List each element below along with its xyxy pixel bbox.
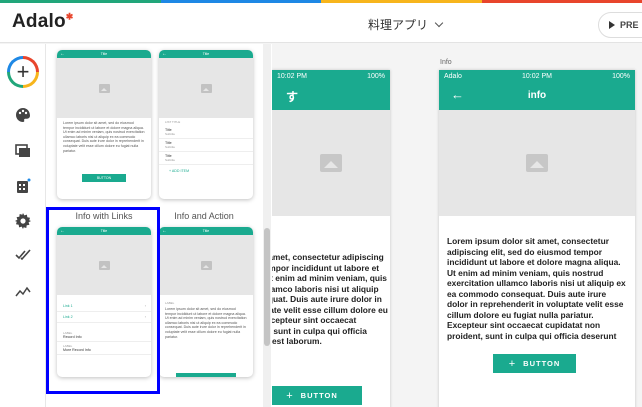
template-button: BUTTON: [82, 174, 126, 182]
top-bar: Adalo✱ 料理アプリ PRE: [0, 3, 642, 43]
selection-highlight: [46, 207, 160, 394]
screen-1-body: Lorem ipsum dolor sit amet, consectetur …: [272, 252, 388, 346]
analytics-icon[interactable]: [14, 282, 32, 300]
status-bar: 10:02 PM 100%: [272, 70, 390, 82]
screen-2-button[interactable]: + BUTTON: [493, 354, 576, 373]
image-placeholder-icon: [526, 154, 548, 172]
add-icon: +: [10, 59, 36, 85]
panel-scrollbar-track[interactable]: [263, 44, 271, 407]
screen-2-header: ← info: [439, 82, 635, 110]
image-placeholder-icon: [320, 154, 342, 172]
template-card-info-and-action[interactable]: ← Title LABEL Lorem ipsum dolor sit amet,…: [159, 227, 253, 377]
database-icon[interactable]: [14, 177, 32, 195]
image-placeholder-icon: [201, 261, 212, 270]
left-toolbar: +: [0, 44, 46, 407]
screens-icon[interactable]: [14, 142, 32, 160]
image-placeholder-icon: [99, 84, 110, 93]
template-card-list[interactable]: ← Title LIST TITLE Title Subtitle Title Sub…: [159, 50, 253, 199]
template-card-info[interactable]: ← Title Lorem ipsum dolor sit amet, sed d…: [57, 50, 151, 199]
plus-icon: +: [508, 357, 517, 370]
screen-2-label: Info: [440, 59, 452, 66]
image-placeholder-icon: [201, 84, 212, 93]
canvas: 10:02 PM100% す Lorem ipsum dolor sit ame…: [272, 44, 642, 407]
screen-2-title: info: [527, 90, 547, 101]
template-label-info-and-action: Info and Action: [174, 211, 234, 221]
screen-1-button[interactable]: + BUTTON: [272, 386, 362, 405]
screen-2[interactable]: Adalo 10:02 PM 100% ← info Lorem ipsum dol…: [439, 70, 635, 407]
screen-1-title: す: [286, 90, 299, 104]
screen-2-body: Lorem ipsum dolor sit amet, consectetur …: [447, 236, 626, 343]
palette-icon[interactable]: [14, 106, 32, 124]
preview-button[interactable]: PRE: [598, 12, 642, 38]
chevron-down-icon: [434, 18, 444, 27]
publish-check-icon[interactable]: [14, 246, 32, 264]
app-selector[interactable]: 料理アプリ: [368, 16, 444, 33]
status-bar: Adalo 10:02 PM 100%: [439, 70, 635, 82]
app-name: 料理アプリ: [368, 18, 429, 32]
add-component-button[interactable]: +: [7, 56, 39, 88]
panel-scrollbar-thumb[interactable]: [264, 228, 270, 346]
gear-icon[interactable]: [14, 212, 32, 230]
screen-1-header: す: [272, 82, 390, 110]
plus-icon: +: [286, 389, 294, 402]
adalo-logo[interactable]: Adalo✱: [12, 11, 74, 33]
screen-1[interactable]: 10:02 PM100% す Lorem ipsum dolor sit ame…: [272, 70, 390, 407]
play-icon: [609, 21, 615, 29]
